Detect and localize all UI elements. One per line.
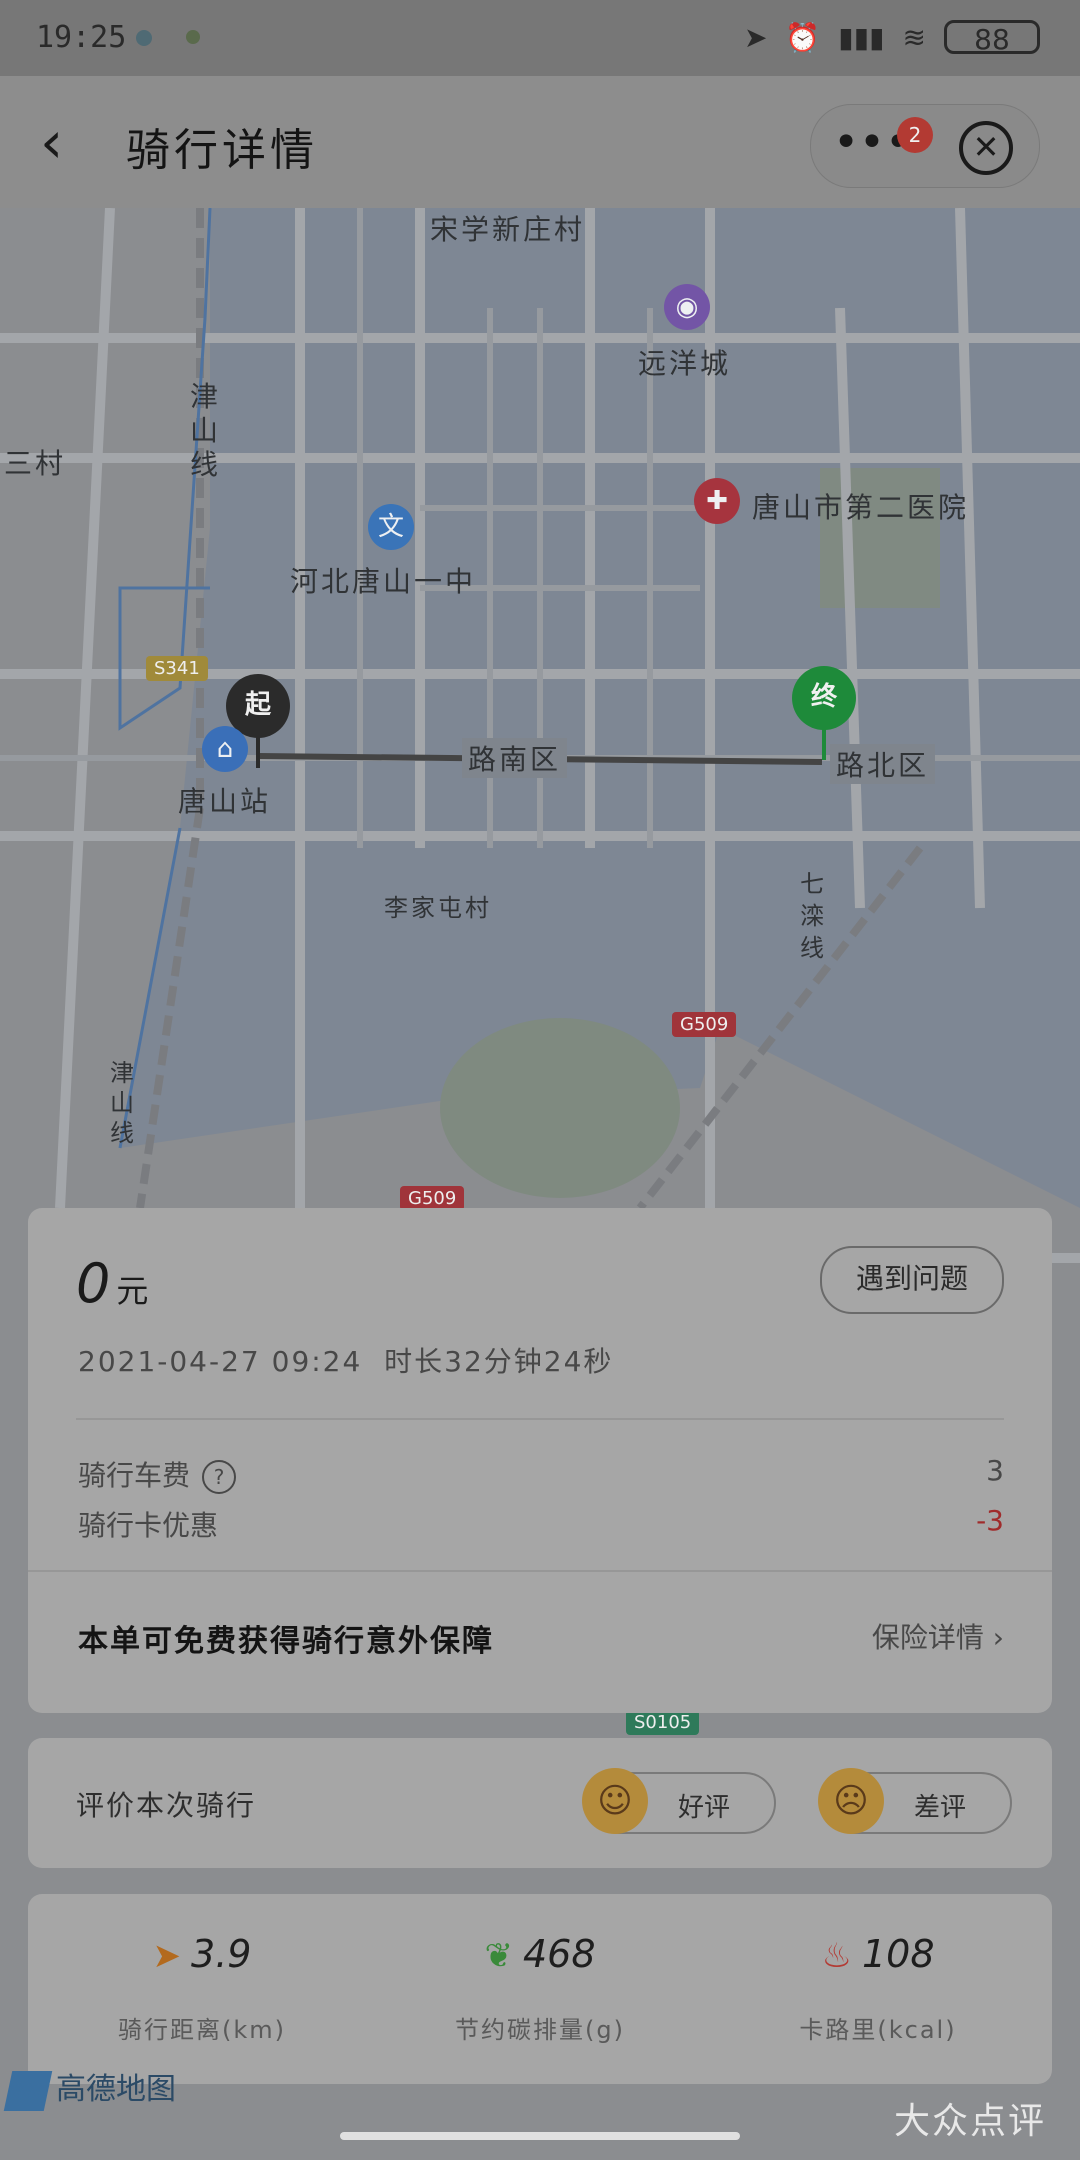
- location-icon: ➤: [743, 20, 768, 54]
- notification-icon-2: [186, 30, 200, 44]
- map-label-railway-2: 津山线: [110, 1059, 137, 1147]
- map-label-qixian: 七滦线: [800, 870, 827, 962]
- map-label-lijia: 李家屯村: [384, 894, 492, 922]
- amap-icon: [3, 2070, 53, 2111]
- insurance-text: 本单可免费获得骑行意外保障: [78, 1624, 494, 1659]
- ride-time: 2021-04-27 09:24 时长32分钟24秒: [78, 1345, 614, 1378]
- insurance-details-link[interactable]: 保险详情 ›: [872, 1616, 1004, 1656]
- alarm-icon: ⏰: [785, 20, 821, 54]
- watermark: 大众点评: [893, 2101, 1046, 2142]
- back-button[interactable]: ‹: [40, 112, 100, 172]
- arrow-icon: ➤: [152, 1936, 182, 1976]
- close-button[interactable]: ✕: [959, 121, 1013, 175]
- discount-row: 骑行卡优惠 -3: [78, 1504, 1004, 1542]
- more-button[interactable]: ••• 2: [831, 117, 933, 169]
- road-badge-s0105: S0105: [626, 1710, 700, 1735]
- fee-row: 骑行车费? 3: [78, 1454, 1004, 1494]
- fare-amount: 0元: [76, 1252, 149, 1315]
- map-label-hospital: 唐山市第二医院: [752, 491, 970, 524]
- chevron-right-icon: ›: [992, 1621, 1004, 1654]
- happy-face-icon: ☺: [582, 1768, 648, 1834]
- school-icon: 文: [368, 504, 414, 550]
- rating-card: 评价本次骑行 ☺ 好评 ☹ 差评: [28, 1738, 1052, 1868]
- calorie-stat: ♨ 108 卡路里(kcal): [799, 1932, 957, 2044]
- notification-badge: 2: [897, 117, 933, 153]
- discount-value: -3: [976, 1504, 1004, 1537]
- report-problem-button[interactable]: 遇到问题: [820, 1246, 1004, 1314]
- divider: [76, 1418, 1004, 1420]
- home-indicator[interactable]: [340, 2132, 740, 2140]
- signal-icon: ▮▮▮: [838, 20, 885, 54]
- stats-card: ➤ 3.9 骑行距离(km) ❦ 468 节约碳排量(g) ♨ 108 卡路里(kca…: [28, 1894, 1052, 2084]
- map-label-village: 宋学新庄村: [430, 213, 586, 246]
- status-bar: 19:25 ➤ ⏰ ▮▮▮ ≋ 88: [0, 0, 1080, 76]
- status-time: 19:25: [36, 20, 127, 55]
- map-label-railway: 津山线: [190, 380, 222, 481]
- bad-review-button[interactable]: ☹ 差评: [818, 1768, 1012, 1834]
- nav-bar: ‹ 骑行详情 ••• 2 ✕: [0, 76, 1080, 208]
- wifi-icon: ≋: [902, 20, 926, 54]
- leaf-icon: ❦: [484, 1936, 513, 1976]
- divider: [28, 1570, 1052, 1572]
- distance-stat: ➤ 3.9 骑行距离(km): [117, 1932, 286, 2044]
- end-pin[interactable]: 终: [792, 666, 856, 760]
- map-label-school: 河北唐山一中: [290, 565, 477, 598]
- station-icon: ⌂: [202, 726, 248, 772]
- help-icon[interactable]: ?: [202, 1460, 237, 1494]
- page-title: 骑行详情: [126, 125, 318, 176]
- map-label-village-left: 三村: [4, 447, 67, 480]
- map-label-lubei: 路北区: [830, 744, 936, 784]
- map-label-lunan: 路南区: [462, 738, 568, 778]
- notification-icon: [136, 30, 152, 46]
- fare-card: 0元 遇到问题 2021-04-27 09:24 时长32分钟24秒 骑行车费?…: [28, 1208, 1052, 1713]
- road-badge-g509: G509: [672, 1012, 737, 1037]
- amap-logo: 高德地图: [3, 2064, 176, 2111]
- miniapp-capsule: ••• 2 ✕: [810, 104, 1040, 188]
- map-label-yuanyang: 远洋城: [638, 347, 732, 380]
- map-label-station: 唐山站: [178, 785, 272, 818]
- status-icons: ➤ ⏰ ▮▮▮ ≋ 88: [743, 20, 1040, 56]
- rating-label: 评价本次骑行: [76, 1789, 257, 1822]
- battery-icon: 88: [944, 20, 1040, 56]
- hospital-icon: ✚: [694, 478, 740, 524]
- shopping-icon: ◉: [664, 284, 710, 330]
- fee-value: 3: [986, 1454, 1004, 1487]
- carbon-stat: ❦ 468 节约碳排量(g): [455, 1932, 625, 2044]
- flame-icon: ♨: [821, 1936, 852, 1976]
- road-badge-s341: S341: [146, 656, 208, 681]
- good-review-button[interactable]: ☺ 好评: [582, 1768, 776, 1834]
- angry-face-icon: ☹: [818, 1768, 884, 1834]
